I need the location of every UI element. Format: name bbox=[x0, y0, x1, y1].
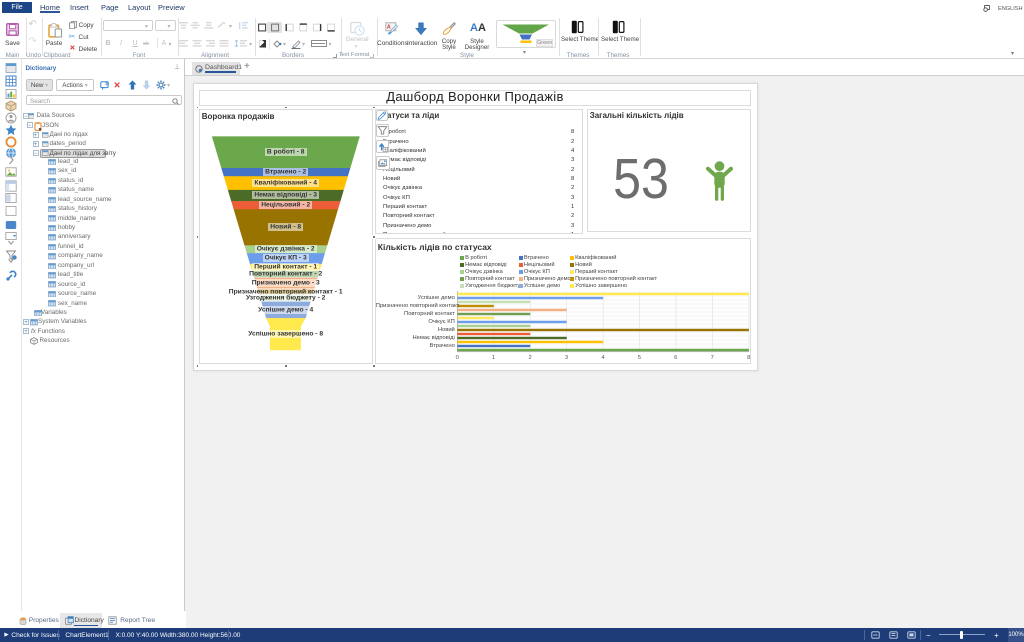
svg-text:A: A bbox=[386, 24, 390, 30]
